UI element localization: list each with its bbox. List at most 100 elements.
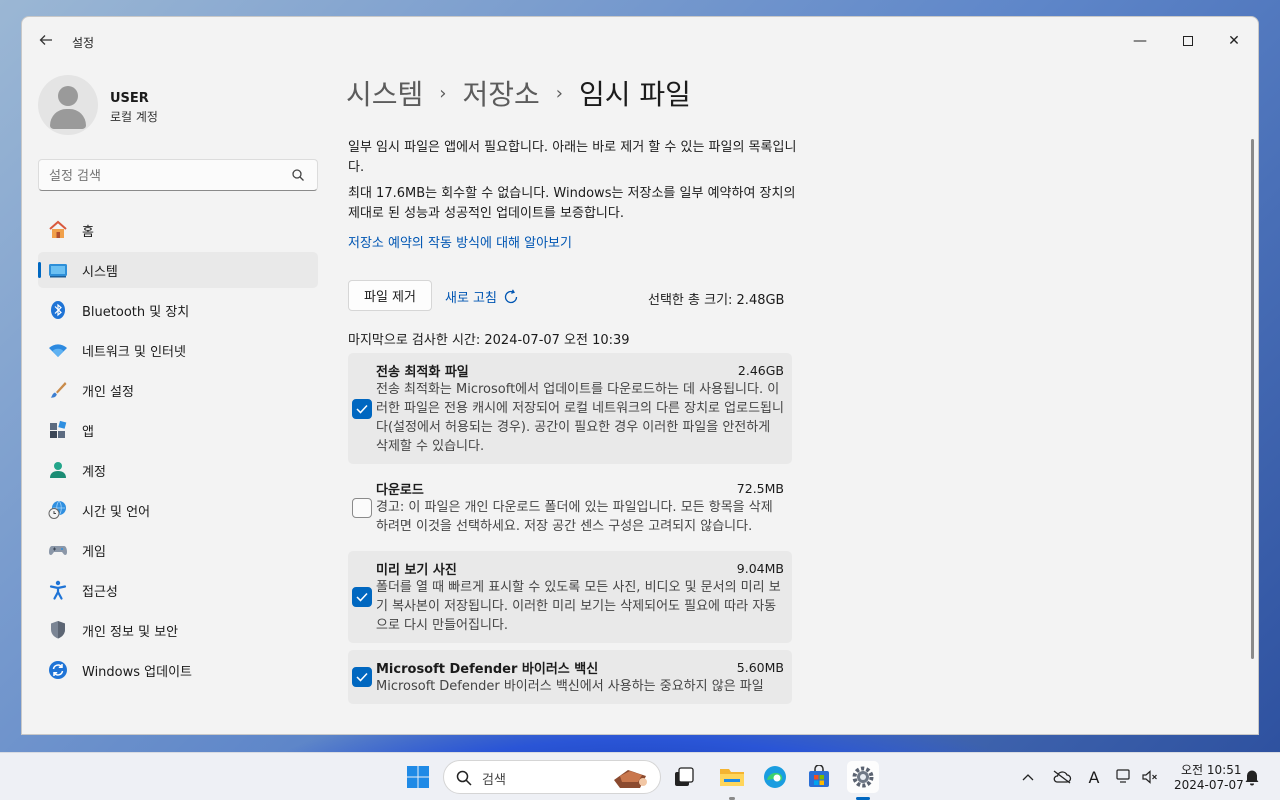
maximize-button[interactable] xyxy=(1166,25,1210,57)
account-type: 로컬 계정 xyxy=(110,110,158,124)
sidebar-item-home[interactable]: 홈 xyxy=(38,212,318,248)
taskbar-search[interactable]: 검색 xyxy=(443,760,661,794)
item-description: 전송 최적화는 Microsoft에서 업데이트를 다운로드하는 데 사용됩니다… xyxy=(376,382,784,454)
item-size: 5.60MB xyxy=(736,659,784,675)
show-hidden-icons-button[interactable] xyxy=(1014,761,1042,793)
notifications-button[interactable] xyxy=(1240,761,1264,793)
sidebar-item-label: 시스템 xyxy=(82,264,118,280)
breadcrumb-separator: › xyxy=(555,82,563,104)
task-view-icon xyxy=(675,767,694,786)
sidebar-item-apps[interactable]: 앱 xyxy=(38,412,318,448)
breadcrumb: 시스템 › 저장소 › 임시 파일 xyxy=(346,73,691,113)
input-indicator-button[interactable]: A xyxy=(1080,761,1108,793)
sidebar-item-privacy[interactable]: 개인 정보 및 보안 xyxy=(38,612,318,648)
sidebar-item-label: 시간 및 언어 xyxy=(82,504,151,520)
intro-description: 일부 임시 파일은 앱에서 필요합니다. 아래는 바로 제거 할 수 있는 파일… xyxy=(348,140,797,175)
page-title: 임시 파일 xyxy=(578,78,691,111)
sidebar-item-accessibility[interactable]: 접근성 xyxy=(38,572,318,608)
sidebar-item-time-language[interactable]: 시간 및 언어 xyxy=(38,492,318,528)
chevron-up-icon xyxy=(1022,774,1034,781)
close-button[interactable]: ✕ xyxy=(1212,25,1256,57)
sidebar-item-windows-update[interactable]: Windows 업데이트 xyxy=(38,652,318,688)
item-title: Microsoft Defender 바이러스 백신 xyxy=(376,661,599,677)
list-item[interactable]: 전송 최적화 파일 2.46GB 전송 최적화는 Microsoft에서 업데이… xyxy=(348,353,792,464)
item-description: 경고: 이 파일은 개인 다운로드 폴더에 있는 파일입니다. 모든 항목을 삭… xyxy=(376,500,773,534)
accessibility-icon xyxy=(48,580,68,600)
item-checkbox[interactable] xyxy=(352,398,372,419)
shield-icon xyxy=(48,620,68,640)
store-icon xyxy=(809,765,829,787)
sidebar-item-label: 네트워크 및 인터넷 xyxy=(82,344,186,360)
user-name: USER xyxy=(110,91,149,106)
back-button[interactable] xyxy=(34,31,58,53)
apps-icon xyxy=(48,420,68,440)
bluetooth-icon xyxy=(48,300,68,320)
selected-total-size: 선택한 총 크기: 2.48GB xyxy=(648,293,785,308)
clock-time: 오전 10:51 xyxy=(1181,763,1242,777)
volume-button[interactable] xyxy=(1136,761,1164,793)
user-profile[interactable]: USER 로컬 계정 xyxy=(38,75,318,135)
sidebar-item-label: 앱 xyxy=(82,424,94,440)
gear-icon xyxy=(852,766,874,788)
windows-logo-icon xyxy=(407,766,429,788)
sidebar-item-gaming[interactable]: 게임 xyxy=(38,532,318,568)
item-description: Microsoft Defender 바이러스 백신에서 사용하는 중요하지 않… xyxy=(376,679,764,694)
sidebar-item-network[interactable]: 네트워크 및 인터넷 xyxy=(38,332,318,368)
minimize-button[interactable]: — xyxy=(1118,25,1162,57)
breadcrumb-storage[interactable]: 저장소 xyxy=(462,73,539,113)
globe-clock-icon xyxy=(48,500,68,520)
item-checkbox[interactable] xyxy=(352,667,372,687)
taskbar-search-label: 검색 xyxy=(482,773,506,788)
breadcrumb-system[interactable]: 시스템 xyxy=(346,73,423,113)
edge-icon xyxy=(764,766,786,788)
sidebar-item-label: 홈 xyxy=(82,224,94,240)
sidebar-item-system[interactable]: 시스템 xyxy=(38,252,318,288)
folder-icon xyxy=(720,769,744,786)
refresh-label: 새로 고침 xyxy=(445,291,497,306)
sidebar-item-bluetooth[interactable]: Bluetooth 및 장치 xyxy=(38,292,318,328)
paintbrush-icon xyxy=(48,380,68,400)
search-highlight-icon xyxy=(614,770,647,788)
back-arrow-icon xyxy=(39,35,52,45)
search-icon[interactable] xyxy=(291,168,305,182)
search-input[interactable] xyxy=(49,166,279,186)
item-title: 전송 최적화 파일 xyxy=(376,364,469,380)
account-icon xyxy=(48,460,68,480)
temp-file-list: 전송 최적화 파일 2.46GB 전송 최적화는 Microsoft에서 업데이… xyxy=(348,353,792,711)
list-item[interactable]: 다운로드 72.5MB 경고: 이 파일은 개인 다운로드 폴더에 있는 파일입… xyxy=(348,471,792,544)
system-icon xyxy=(48,260,68,280)
sidebar-item-label: Windows 업데이트 xyxy=(82,664,193,680)
edge-button[interactable] xyxy=(759,761,791,793)
item-description: 폴더를 열 때 빠르게 표시할 수 있도록 모든 사진, 비디오 및 문서의 미… xyxy=(376,580,781,633)
item-title: 다운로드 xyxy=(376,482,424,498)
search-icon xyxy=(456,770,472,786)
store-button[interactable] xyxy=(803,761,835,793)
update-icon xyxy=(48,660,68,680)
minimize-icon: — xyxy=(1133,33,1147,49)
cloud-offline-icon xyxy=(1053,770,1072,784)
app-title: 설정 xyxy=(72,36,95,50)
file-explorer-button[interactable] xyxy=(716,761,748,793)
start-button[interactable] xyxy=(402,761,434,793)
storage-reserve-learn-link[interactable]: 저장소 예약의 작동 방식에 대해 알아보기 xyxy=(348,232,572,251)
checkmark-icon xyxy=(356,592,368,602)
item-checkbox[interactable] xyxy=(352,587,372,607)
onedrive-button[interactable] xyxy=(1048,761,1076,793)
content-scrollbar[interactable] xyxy=(1251,139,1254,659)
remove-files-button[interactable]: 파일 제거 xyxy=(348,280,432,311)
task-view-button[interactable] xyxy=(668,761,700,793)
input-language-icon: A xyxy=(1088,767,1100,787)
clock-date: 2024-07-07 xyxy=(1174,778,1244,792)
network-status-button[interactable] xyxy=(1110,761,1138,793)
breadcrumb-separator: › xyxy=(439,82,447,104)
settings-app-button[interactable] xyxy=(847,761,879,793)
sidebar-item-personalization[interactable]: 개인 설정 xyxy=(38,372,318,408)
list-item[interactable]: Microsoft Defender 바이러스 백신 5.60MB Micros… xyxy=(348,650,792,704)
refresh-button[interactable]: 새로 고침 xyxy=(445,287,519,306)
bell-icon xyxy=(1245,770,1259,786)
list-item[interactable]: 미리 보기 사진 9.04MB 폴더를 열 때 빠르게 표시할 수 있도록 모든… xyxy=(348,551,792,643)
wifi-icon xyxy=(48,340,68,360)
title-bar: 설정 — ✕ xyxy=(22,17,1258,65)
sidebar-item-accounts[interactable]: 계정 xyxy=(38,452,318,488)
item-checkbox[interactable] xyxy=(352,497,372,518)
